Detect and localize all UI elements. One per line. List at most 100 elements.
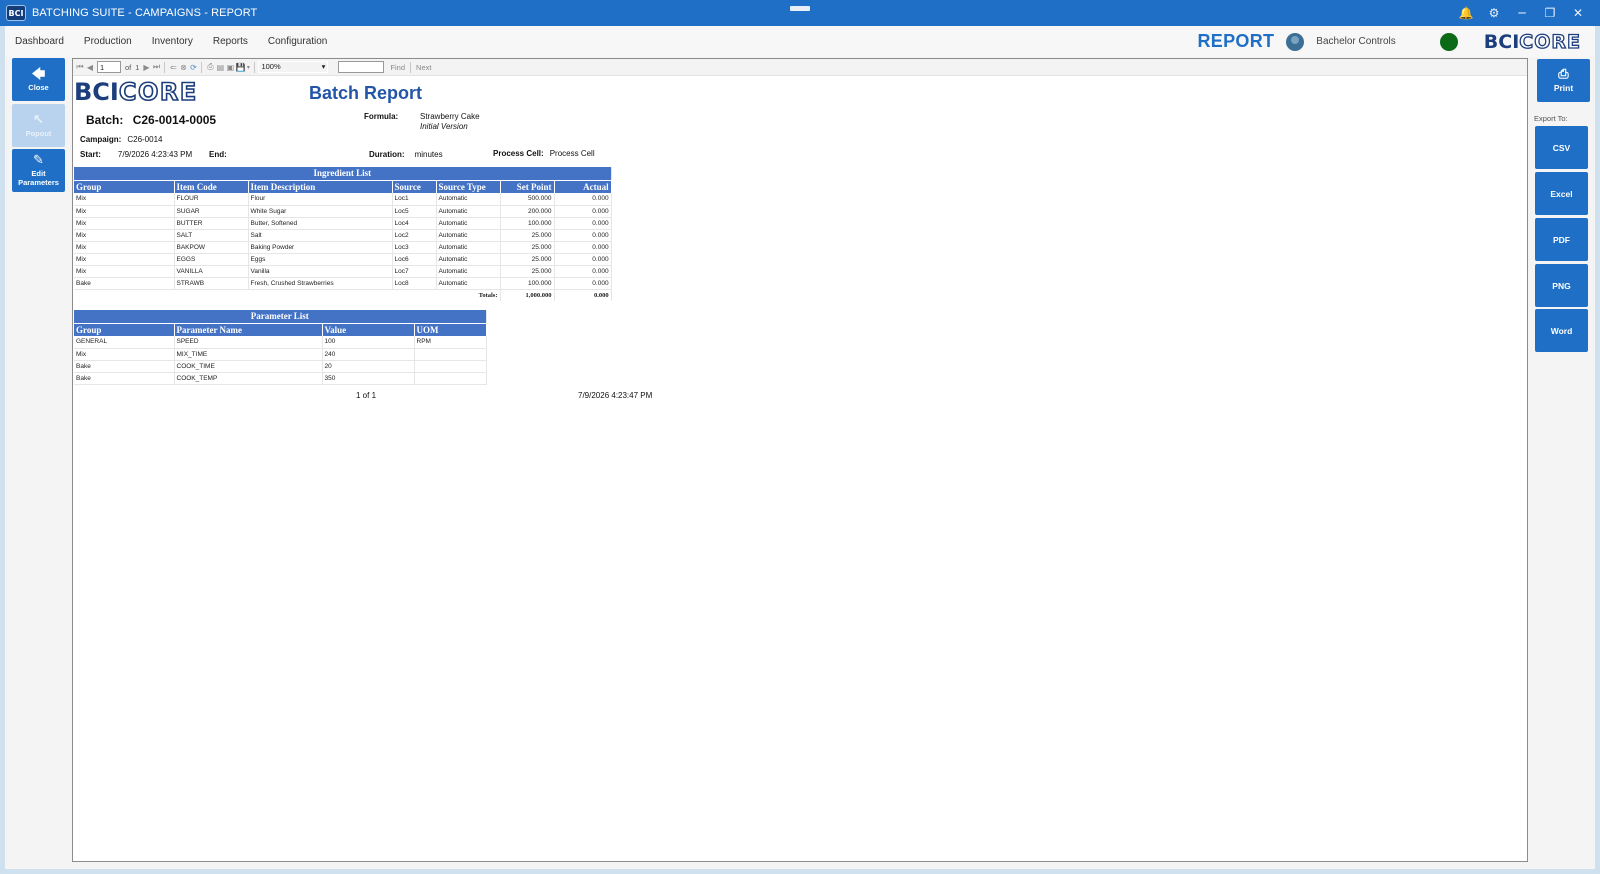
col-header-uom: UOM (414, 323, 487, 336)
col-header-source: Source (392, 180, 437, 193)
cell-item-code: SUGAR (174, 205, 249, 218)
table-row: Mix FLOUR Flour Loc1 Automatic 500.000 0… (74, 193, 612, 206)
campaign-value: C26-0014 (127, 135, 163, 144)
export-png-label: PNG (1552, 280, 1571, 291)
end-field: End: (209, 150, 235, 159)
report-title: Batch Report (309, 83, 423, 103)
cell-group: Mix (74, 265, 175, 278)
parameter-table-caption: Parameter List (74, 310, 487, 324)
arrow-left-icon: 🡄 (31, 66, 46, 82)
export-excel-button[interactable]: Excel (1535, 172, 1588, 215)
popout-button[interactable]: ↖ Popout (12, 104, 65, 147)
popout-arrow-icon: ↖ (33, 112, 44, 128)
cell-parameter-name: SPEED (174, 336, 323, 349)
print-icon[interactable]: ⎙ (205, 62, 215, 72)
restore-icon[interactable]: ❐ (1536, 6, 1564, 20)
brand-logo: BCICORE (1483, 30, 1581, 53)
user-name[interactable]: Bachelor Controls (1316, 36, 1395, 47)
table-row: Bake STRAWB Fresh, Crushed Strawberries … (74, 277, 612, 290)
previous-page-icon[interactable]: ◀ (85, 63, 95, 72)
cell-set-point: 25.000 (500, 265, 555, 278)
save-export-icon[interactable]: 💾 (235, 63, 245, 72)
end-label: End: (209, 150, 227, 159)
page-layout-icon[interactable]: ▤ (215, 63, 225, 72)
edit-parameters-button[interactable]: ✎ Edit Parameters (12, 149, 65, 192)
cell-value: 240 (322, 348, 415, 361)
menu-reports[interactable]: Reports (203, 36, 258, 47)
campaign-label: Campaign: (80, 135, 122, 144)
export-pdf-button[interactable]: PDF (1535, 218, 1588, 261)
cell-actual: 0.000 (554, 217, 612, 230)
cell-source-type: Automatic (436, 277, 501, 290)
table-row: Mix BAKPOW Baking Powder Loc3 Automatic … (74, 241, 612, 254)
cell-parameter-name: MIX_TIME (174, 348, 323, 361)
cell-set-point: 200.000 (500, 205, 555, 218)
table-row: Bake COOK_TIME 20 (74, 360, 487, 373)
workspace: 🡄 Close ↖ Popout ✎ Edit Parameters ⏮ ◀ o… (5, 57, 1595, 869)
refresh-icon[interactable]: ⟳ (188, 63, 198, 72)
toolbar-separator (254, 61, 256, 73)
zoom-select[interactable]: 100% ▾ (258, 61, 329, 73)
cell-value: 350 (322, 372, 415, 385)
stop-icon[interactable]: ⊗ (178, 63, 188, 72)
cell-item-code: BUTTER (174, 217, 249, 230)
printer-icon: ⎙ (1558, 67, 1569, 82)
last-page-icon[interactable]: ⏭ (151, 62, 161, 72)
cell-set-point: 100.000 (500, 277, 555, 290)
cell-source: Loc2 (392, 229, 437, 242)
bell-icon[interactable]: 🔔 (1452, 6, 1480, 20)
cell-group: Bake (74, 277, 175, 290)
report-logo-bci: BCI (74, 78, 119, 106)
cell-source: Loc8 (392, 277, 437, 290)
table-row: Mix VANILLA Vanilla Loc7 Automatic 25.00… (74, 265, 612, 278)
back-icon[interactable]: ⇐ (168, 63, 178, 72)
gear-icon[interactable]: ⚙ (1480, 6, 1508, 20)
cell-actual: 0.000 (554, 277, 612, 290)
page-setup-icon[interactable]: ▣ (225, 63, 235, 72)
next-link[interactable]: Next (416, 63, 431, 72)
export-png-button[interactable]: PNG (1535, 264, 1588, 307)
cell-group: Mix (74, 205, 175, 218)
cell-actual: 0.000 (554, 265, 612, 278)
formula-version: Initial Version (420, 122, 468, 131)
totals-spacer (74, 289, 436, 301)
print-button[interactable]: ⎙ Print (1537, 59, 1590, 102)
cell-source: Loc6 (392, 253, 437, 266)
export-word-button[interactable]: Word (1535, 309, 1588, 352)
table-row: Mix SALT Salt Loc2 Automatic 25.000 0.00… (74, 229, 612, 242)
user-avatar-icon[interactable] (1286, 32, 1305, 51)
batch-line: Batch: C26-0014-0005 (86, 113, 216, 127)
start-field: Start: 7/9/2026 4:23:43 PM (80, 150, 192, 159)
formula-value-block: Strawberry Cake Initial Version (420, 112, 480, 132)
report-timestamp: 7/9/2026 4:23:47 PM (578, 391, 653, 400)
brand-logo-core: CORE (1519, 30, 1581, 53)
window-drag-handle[interactable] (790, 6, 810, 11)
parameter-table: Parameter List Group Parameter Name Valu… (74, 310, 487, 385)
menu-inventory[interactable]: Inventory (142, 36, 203, 47)
of-label: of (125, 62, 132, 72)
page-number-input[interactable] (97, 61, 121, 73)
cell-item-description: Flour (248, 193, 393, 206)
next-page-icon[interactable]: ▶ (141, 63, 151, 72)
cell-set-point: 25.000 (500, 241, 555, 254)
first-page-icon[interactable]: ⏮ (75, 62, 85, 72)
find-input[interactable] (338, 61, 385, 73)
formula-field: Formula: (364, 112, 398, 121)
popout-button-label: Popout (25, 128, 52, 138)
menu-dashboard[interactable]: Dashboard (5, 36, 74, 47)
cell-actual: 0.000 (554, 193, 612, 206)
menu-production[interactable]: Production (74, 36, 142, 47)
connection-status-indicator (1439, 32, 1458, 51)
cell-group: Bake (74, 372, 175, 385)
export-csv-button[interactable]: CSV (1535, 126, 1588, 169)
cell-source-type: Automatic (436, 217, 501, 230)
brand-logo-bci: BCI (1483, 30, 1520, 53)
close-button[interactable]: 🡄 Close (12, 58, 65, 101)
minimize-icon[interactable]: ─ (1508, 6, 1536, 20)
process-cell-field: Process Cell: Process Cell (493, 149, 595, 158)
window-title: BATCHING SUITE - CAMPAIGNS - REPORT (32, 7, 258, 19)
close-window-icon[interactable]: ✕ (1564, 6, 1592, 20)
menu-configuration[interactable]: Configuration (258, 36, 337, 47)
find-link[interactable]: Find (390, 63, 405, 72)
dropdown-arrow-icon[interactable]: ▾ (245, 64, 251, 71)
